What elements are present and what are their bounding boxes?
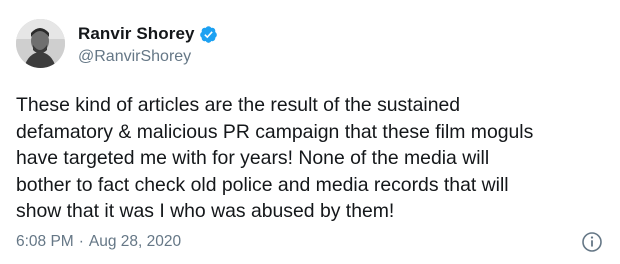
tweet-text-line: bother to fact check old police and medi… [16,173,509,196]
avatar[interactable] [16,19,65,68]
timestamp-separator: · [78,233,84,250]
author-handle[interactable]: @RanvirShorey [78,48,191,66]
tweet-time[interactable]: 6:08 PM [16,233,74,251]
tweet-text-line: have targeted me with for years! None of… [16,147,490,169]
author-name-row: Ranvir Shorey [78,23,218,45]
tweet-date[interactable]: Aug 28, 2020 [89,233,181,251]
avatar-photo [16,19,65,68]
info-icon[interactable] [581,231,603,253]
verified-badge-icon [199,25,218,44]
tweet-text-line: defamatory & malicious PR campaign that … [16,120,534,143]
tweet-timestamp: 6:08 PM · Aug 28, 2020 [16,233,181,251]
tweet-text-line: show that it was I who was abused by the… [16,200,395,222]
tweet-card: Ranvir Shorey @RanvirShorey These kind o… [0,0,620,264]
tweet-text-line: These kind of articles are the result of… [16,94,461,116]
tweet-text: These kind of articles are the result of… [16,92,612,225]
author-display-name[interactable]: Ranvir Shorey [78,24,195,44]
